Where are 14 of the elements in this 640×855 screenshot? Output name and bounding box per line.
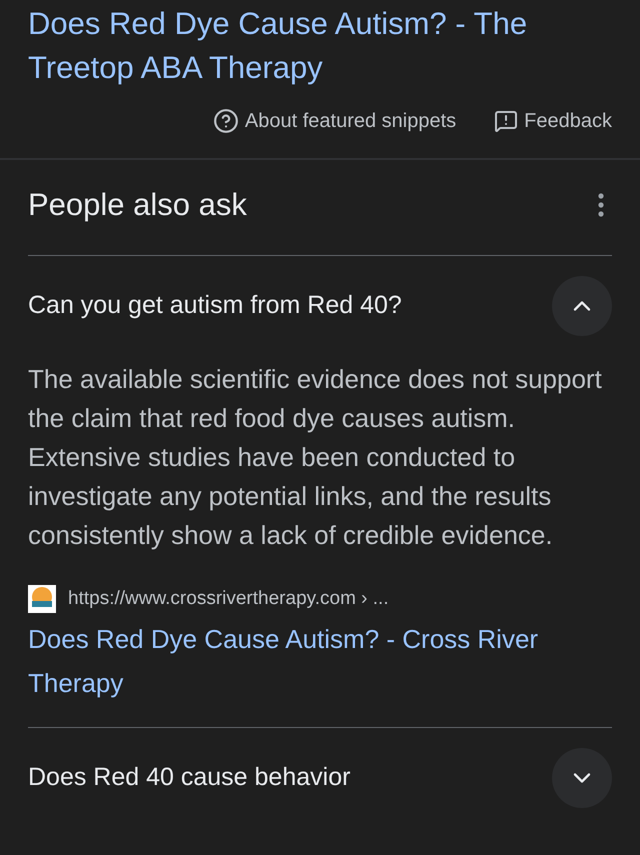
feedback-icon (494, 109, 518, 133)
feedback-button[interactable]: Feedback (494, 106, 612, 136)
answer-text: The available scientific evidence does not support the claim that red food dye causes autism. Extensive studies have been conducted to investigate any potential links, and the results consistently show a lack of credible evidence. (28, 362, 603, 552)
question-text: Does Red 40 cause behavior (28, 762, 350, 794)
source-link[interactable]: Does Red Dye Cause Autism? - Cross River Therapy (28, 617, 612, 705)
result-title-link[interactable]: Does Red Dye Cause Autism? - The Treetop ABA Therapy (28, 0, 612, 90)
more-options-button[interactable] (598, 193, 604, 218)
question-text: Can you get autism from Red 40? (28, 290, 402, 321)
more-icon (598, 193, 604, 218)
source-url: https://www.crossrivertherapy.com › ... (68, 586, 389, 610)
section-heading: People also ask (28, 186, 247, 224)
help-icon (212, 108, 239, 134)
about-snippets-link[interactable]: About featured snippets (212, 106, 456, 136)
site-logo-icon (28, 584, 56, 613)
